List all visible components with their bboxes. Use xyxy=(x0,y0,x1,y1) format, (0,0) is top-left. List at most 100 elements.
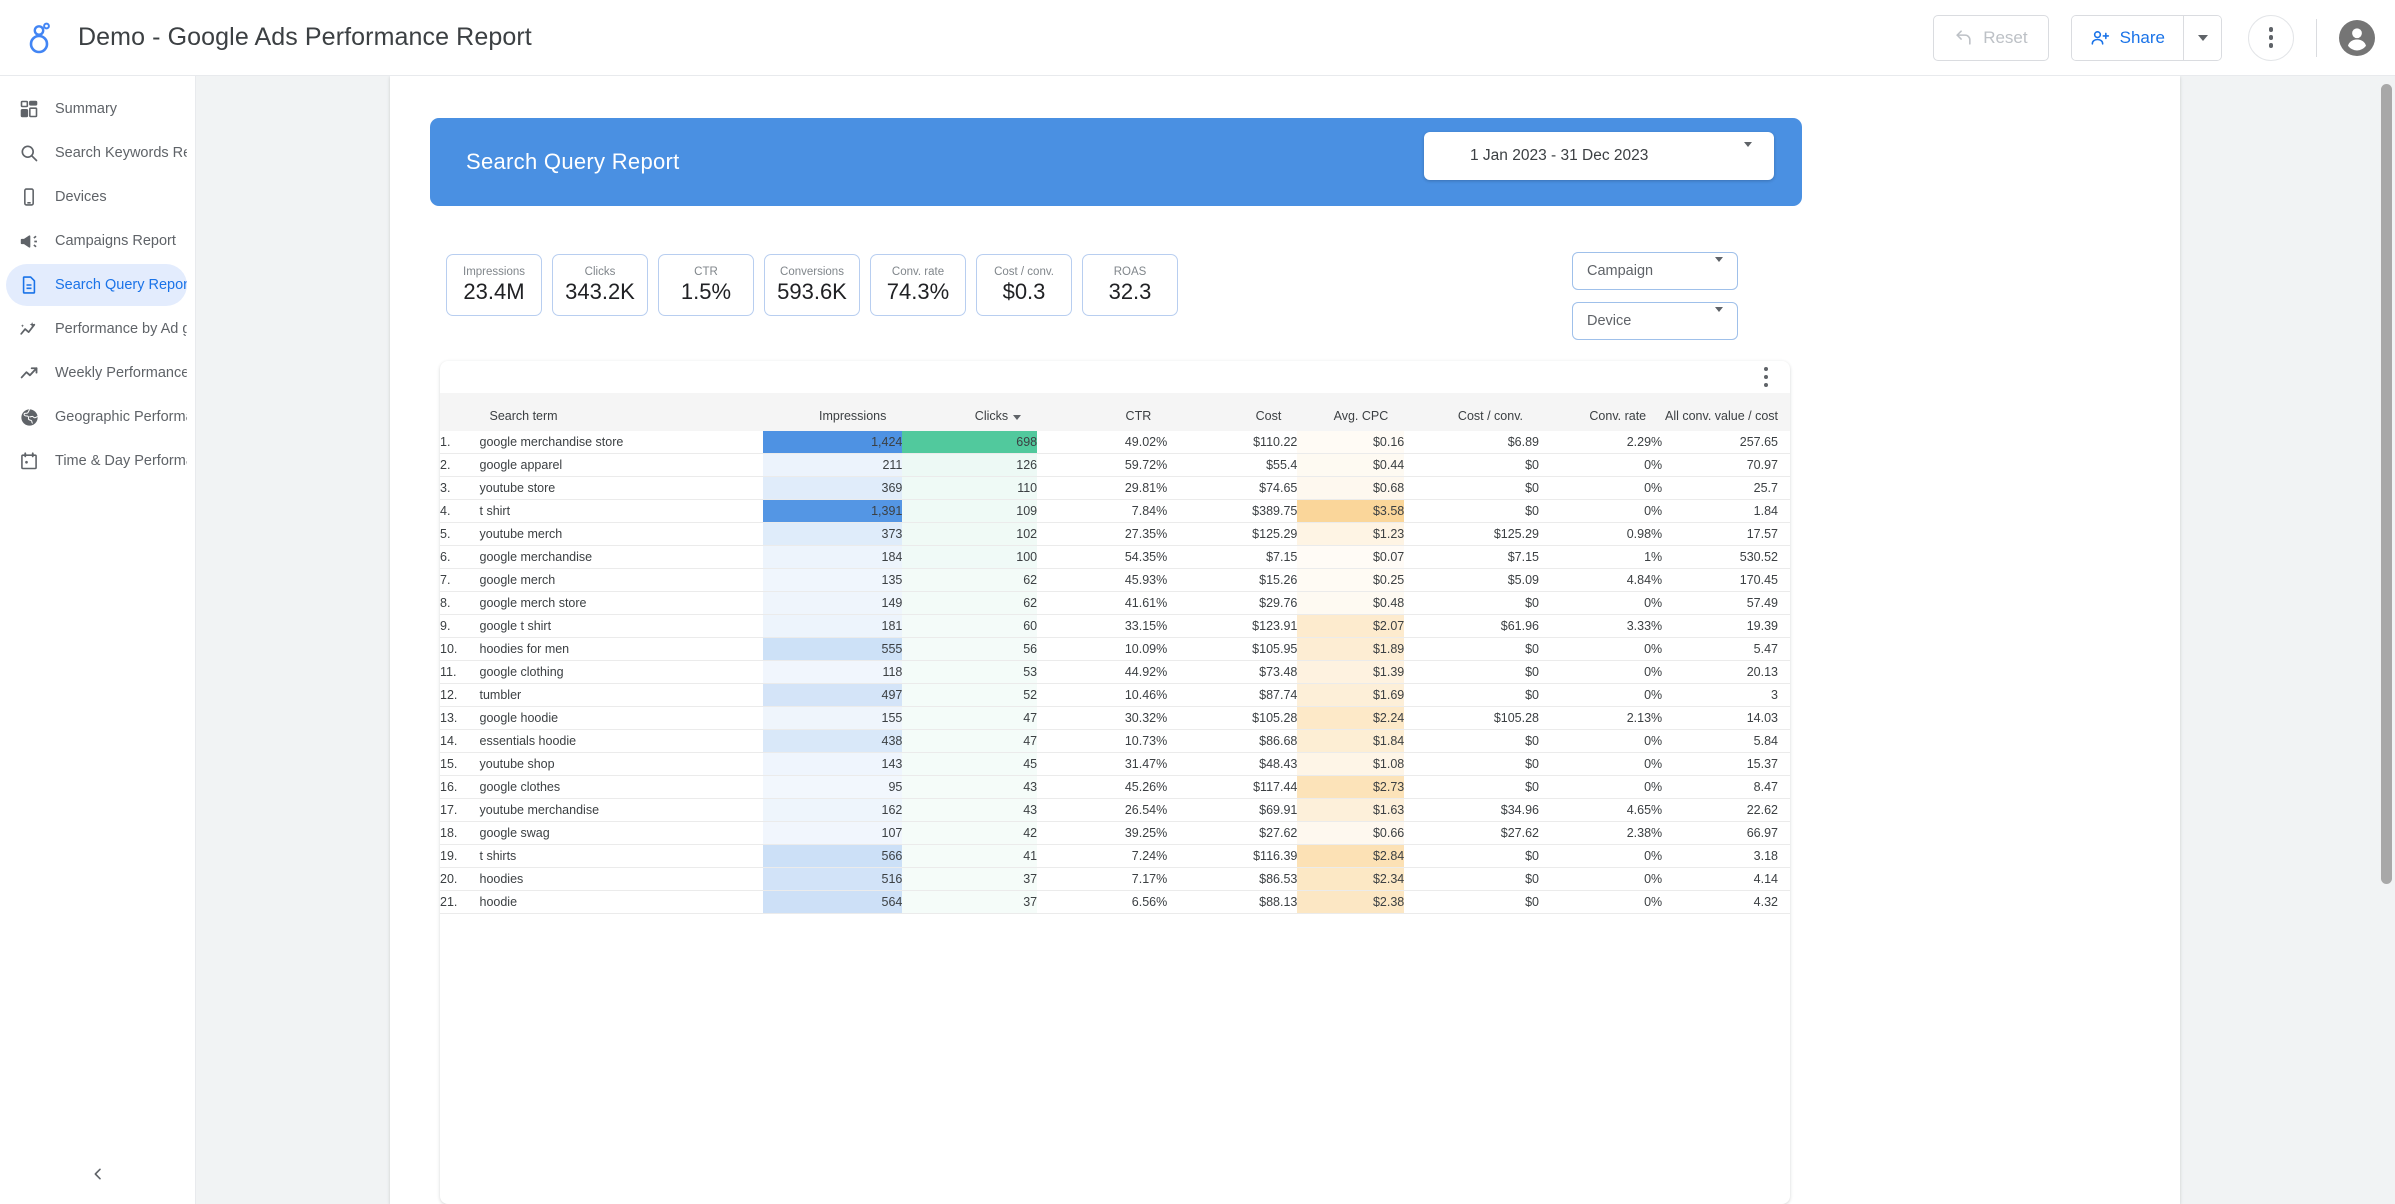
sidebar-item-time-day-performance[interactable]: Time & Day Performance xyxy=(6,440,187,482)
cell-search-term: google swag xyxy=(480,822,763,845)
cell-rank: 6. xyxy=(440,546,480,569)
table-row[interactable]: 15.youtube shop1434531.47%$48.43$1.08$00… xyxy=(440,753,1790,776)
table-row[interactable]: 18.google swag1074239.25%$27.62$0.66$27.… xyxy=(440,822,1790,845)
scorecard-label: ROAS xyxy=(1114,266,1147,279)
sidebar-item-performance-by-ad-gro[interactable]: Performance by Ad gro... xyxy=(6,308,187,350)
scorecard-roas[interactable]: ROAS32.3 xyxy=(1082,254,1178,316)
table-row[interactable]: 19.t shirts566417.24%$116.39$2.84$00%3.1… xyxy=(440,845,1790,868)
reset-button[interactable]: Reset xyxy=(1933,15,2048,61)
cell-conv-rate: 0% xyxy=(1539,730,1662,753)
cell-avg-cpc: $1.63 xyxy=(1297,799,1404,822)
sidebar-collapse-button[interactable] xyxy=(0,1144,195,1204)
scorecard-conv-rate[interactable]: Conv. rate74.3% xyxy=(870,254,966,316)
filter-campaign[interactable]: Campaign xyxy=(1572,252,1738,290)
table-row[interactable]: 4.t shirt1,3911097.84%$389.75$3.58$00%1.… xyxy=(440,500,1790,523)
column-header-conv-rate[interactable]: Conv. rate xyxy=(1539,393,1662,431)
column-header-clicks[interactable]: Clicks xyxy=(902,393,1037,431)
table-row[interactable]: 2.google apparel21112659.72%$55.4$0.44$0… xyxy=(440,454,1790,477)
cell-cost-per-conv: $0 xyxy=(1404,845,1539,868)
cell-ctr: 41.61% xyxy=(1037,592,1167,615)
scorecard-ctr[interactable]: CTR1.5% xyxy=(658,254,754,316)
cell-all-conv-value-cost: 25.7 xyxy=(1662,477,1790,500)
cell-search-term: google t shirt xyxy=(480,615,763,638)
cell-all-conv-value-cost: 1.84 xyxy=(1662,500,1790,523)
cell-ctr: 26.54% xyxy=(1037,799,1167,822)
sidebar-item-summary[interactable]: Summary xyxy=(6,88,187,130)
column-header-all-conv-value-cost[interactable]: All conv. value / cost xyxy=(1662,393,1790,431)
chevron-left-icon xyxy=(90,1166,106,1182)
cell-avg-cpc: $1.84 xyxy=(1297,730,1404,753)
cell-conv-rate: 4.65% xyxy=(1539,799,1662,822)
sidebar-item-geographic-performance[interactable]: Geographic Performance xyxy=(6,396,187,438)
table-row[interactable]: 12.tumbler4975210.46%$87.74$1.69$00%3 xyxy=(440,684,1790,707)
cell-cost: $110.22 xyxy=(1167,431,1297,454)
sidebar-item-devices[interactable]: Devices xyxy=(6,176,187,218)
scorecard-row: Impressions23.4MClicks343.2KCTR1.5%Conve… xyxy=(446,254,1178,316)
column-header-avg-cpc[interactable]: Avg. CPC xyxy=(1297,393,1404,431)
cell-clicks: 62 xyxy=(902,592,1037,615)
cell-cost-per-conv: $0 xyxy=(1404,776,1539,799)
column-header-impressions[interactable]: Impressions xyxy=(763,393,902,431)
column-header-search-term[interactable]: Search term xyxy=(480,393,763,431)
table-row[interactable]: 8.google merch store1496241.61%$29.76$0.… xyxy=(440,592,1790,615)
scorecard-clicks[interactable]: Clicks343.2K xyxy=(552,254,648,316)
cell-clicks: 43 xyxy=(902,776,1037,799)
table-row[interactable]: 1.google merchandise store1,42469849.02%… xyxy=(440,431,1790,454)
cell-impressions: 1,391 xyxy=(763,500,902,523)
scrollbar-thumb[interactable] xyxy=(2381,84,2392,884)
cell-all-conv-value-cost: 22.62 xyxy=(1662,799,1790,822)
table-row[interactable]: 16.google clothes954345.26%$117.44$2.73$… xyxy=(440,776,1790,799)
table-row[interactable]: 13.google hoodie1554730.32%$105.28$2.24$… xyxy=(440,707,1790,730)
table-row[interactable]: 6.google merchandise18410054.35%$7.15$0.… xyxy=(440,546,1790,569)
table-row[interactable]: 10.hoodies for men5555610.09%$105.95$1.8… xyxy=(440,638,1790,661)
vertical-scrollbar[interactable] xyxy=(2378,76,2395,1204)
table-row[interactable]: 7.google merch1356245.93%$15.26$0.25$5.0… xyxy=(440,569,1790,592)
column-header-ctr[interactable]: CTR xyxy=(1037,393,1167,431)
sidebar-item-search-query-report[interactable]: Search Query Report xyxy=(6,264,187,306)
scorecard-impressions[interactable]: Impressions23.4M xyxy=(446,254,542,316)
cell-cost-per-conv: $0 xyxy=(1404,638,1539,661)
cell-avg-cpc: $0.44 xyxy=(1297,454,1404,477)
cell-ctr: 7.17% xyxy=(1037,868,1167,891)
cell-all-conv-value-cost: 20.13 xyxy=(1662,661,1790,684)
table-row[interactable]: 11.google clothing1185344.92%$73.48$1.39… xyxy=(440,661,1790,684)
scorecard-conversions[interactable]: Conversions593.6K xyxy=(764,254,860,316)
cell-search-term: hoodie xyxy=(480,891,763,914)
table-row[interactable]: 17.youtube merchandise1624326.54%$69.91$… xyxy=(440,799,1790,822)
cell-avg-cpc: $1.08 xyxy=(1297,753,1404,776)
cell-avg-cpc: $2.84 xyxy=(1297,845,1404,868)
cell-ctr: 33.15% xyxy=(1037,615,1167,638)
scorecard-cost-conv[interactable]: Cost / conv.$0.3 xyxy=(976,254,1072,316)
cell-rank: 5. xyxy=(440,523,480,546)
share-dropdown-caret-down-icon[interactable] xyxy=(2183,16,2221,60)
cell-cost-per-conv: $0 xyxy=(1404,868,1539,891)
share-button[interactable]: Share xyxy=(2072,16,2183,60)
cell-cost: $86.68 xyxy=(1167,730,1297,753)
reset-label: Reset xyxy=(1983,28,2027,48)
table-row[interactable]: 5.youtube merch37310227.35%$125.29$1.23$… xyxy=(440,523,1790,546)
more-options-button[interactable] xyxy=(2248,15,2294,61)
cell-search-term: google clothing xyxy=(480,661,763,684)
table-row[interactable]: 21.hoodie564376.56%$88.13$2.38$00%4.32 xyxy=(440,891,1790,914)
filter-device[interactable]: Device xyxy=(1572,302,1738,340)
date-range-picker[interactable]: 1 Jan 2023 - 31 Dec 2023 xyxy=(1424,132,1774,180)
account-circle-icon[interactable] xyxy=(2339,20,2375,56)
cell-search-term: google hoodie xyxy=(480,707,763,730)
scorecard-value: 74.3% xyxy=(887,280,949,304)
caret-down-icon xyxy=(1715,262,1723,280)
table-more-vertical-icon[interactable] xyxy=(1764,367,1769,388)
sidebar-item-campaigns-report[interactable]: Campaigns Report xyxy=(6,220,187,262)
column-header-cost-per-conv[interactable]: Cost / conv. xyxy=(1404,393,1539,431)
column-header-cost[interactable]: Cost xyxy=(1167,393,1297,431)
table-row[interactable]: 20.hoodies516377.17%$86.53$2.34$00%4.14 xyxy=(440,868,1790,891)
table-row[interactable]: 3.youtube store36911029.81%$74.65$0.68$0… xyxy=(440,477,1790,500)
sidebar-item-weekly-performance-by[interactable]: Weekly Performance by... xyxy=(6,352,187,394)
table-row[interactable]: 9.google t shirt1816033.15%$123.91$2.07$… xyxy=(440,615,1790,638)
table-row[interactable]: 14.essentials hoodie4384710.73%$86.68$1.… xyxy=(440,730,1790,753)
cell-impressions: 143 xyxy=(763,753,902,776)
cell-cost: $55.4 xyxy=(1167,454,1297,477)
cell-rank: 11. xyxy=(440,661,480,684)
cell-rank: 14. xyxy=(440,730,480,753)
sidebar-item-search-keywords-report[interactable]: Search Keywords Report xyxy=(6,132,187,174)
sidebar-item-list: SummarySearch Keywords ReportDevicesCamp… xyxy=(0,88,195,482)
